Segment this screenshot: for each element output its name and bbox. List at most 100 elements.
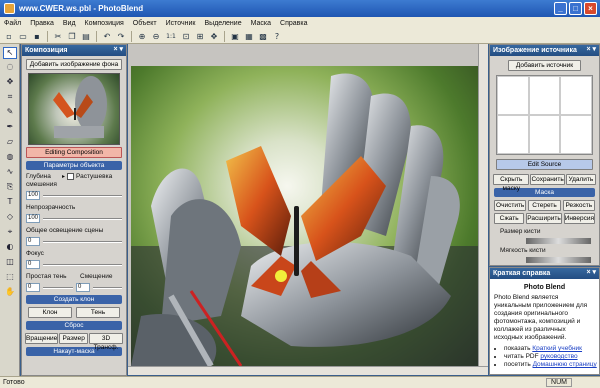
status-bar: Готово NUM: [0, 376, 600, 388]
menu-edit[interactable]: Правка: [30, 20, 54, 27]
lighting-input[interactable]: 0: [26, 237, 40, 246]
shape-tool-icon[interactable]: ◇: [3, 212, 17, 224]
eraser-tool-icon[interactable]: ▱: [3, 137, 17, 149]
shadow-slider[interactable]: [43, 286, 73, 289]
menu-selection[interactable]: Выделение: [205, 20, 242, 27]
focus-input[interactable]: 0: [26, 260, 40, 269]
grid-icon[interactable]: ▩: [257, 30, 269, 42]
hand-tool-icon[interactable]: ✋: [3, 287, 17, 299]
close-button[interactable]: ×: [584, 2, 597, 15]
blur-tool-icon[interactable]: ◍: [3, 152, 17, 164]
canvas-horizontal-scrollbar[interactable]: [128, 366, 488, 375]
zoom-out-icon[interactable]: ⊖: [150, 30, 162, 42]
canvas-area[interactable]: [128, 44, 478, 374]
source-thumbnail-grid[interactable]: [496, 75, 593, 155]
undo-icon[interactable]: ↶: [101, 30, 113, 42]
opacity-input[interactable]: 100: [26, 214, 40, 223]
menu-file[interactable]: Файл: [4, 20, 21, 27]
paste-icon[interactable]: ▤: [80, 30, 92, 42]
panel-close-icon[interactable]: × ▾: [586, 45, 596, 53]
canvas-vertical-scrollbar[interactable]: [478, 44, 488, 366]
lighting-slider[interactable]: [43, 240, 122, 243]
focus-slider[interactable]: [43, 263, 122, 266]
zoom-actual-icon[interactable]: 1:1: [164, 30, 178, 42]
redo-icon[interactable]: ↷: [115, 30, 127, 42]
pen-tool-icon[interactable]: ✒: [3, 122, 17, 134]
feather-checkbox[interactable]: [67, 173, 75, 180]
cut-icon[interactable]: ✂: [52, 30, 64, 42]
delete-source-button[interactable]: Удалить: [565, 174, 596, 185]
invert-mask-button[interactable]: Инверсия: [563, 213, 595, 224]
layers-icon[interactable]: ▦: [243, 30, 255, 42]
eyedropper-tool-icon[interactable]: ⌖: [3, 227, 17, 239]
new-icon[interactable]: ▫: [3, 30, 15, 42]
feather-label: Растушевка: [76, 173, 113, 180]
smudge-tool-icon[interactable]: ∿: [3, 167, 17, 179]
homepage-link[interactable]: Домашнюю страницу: [533, 361, 597, 368]
brush-size-slider[interactable]: [526, 238, 591, 244]
clear-mask-button[interactable]: Очистить: [494, 200, 527, 211]
lasso-tool-icon[interactable]: ◌: [3, 62, 17, 74]
status-text: Готово: [3, 379, 25, 386]
sharpness-button[interactable]: Резкость: [562, 200, 595, 211]
offset-input[interactable]: 0: [76, 283, 90, 292]
help-heading: Photo Blend: [523, 284, 566, 291]
opacity-label: Непрозрачность: [26, 204, 76, 211]
save-icon[interactable]: ▪: [31, 30, 43, 42]
editing-composition-button[interactable]: Editing Composition: [26, 147, 122, 158]
minimize-button[interactable]: _: [554, 2, 567, 15]
menu-view[interactable]: Вид: [63, 20, 76, 27]
menu-object[interactable]: Объект: [133, 20, 157, 27]
maximize-button[interactable]: □: [569, 2, 582, 15]
size-reset-button[interactable]: Размер: [59, 333, 88, 344]
save-source-button[interactable]: Сохранить: [530, 174, 565, 185]
edit-source-button[interactable]: Edit Source: [496, 159, 593, 170]
zoom-in-icon[interactable]: ⊕: [136, 30, 148, 42]
brush-softness-slider[interactable]: [526, 257, 591, 263]
menu-mask[interactable]: Маска: [251, 20, 271, 27]
select-tool-icon[interactable]: ⬚: [3, 272, 17, 284]
copy-icon[interactable]: ❐: [66, 30, 78, 42]
3d-transform-reset-button[interactable]: 3D Трансф.: [88, 333, 123, 351]
menu-composition[interactable]: Композиция: [85, 20, 124, 27]
play-icon: ▸: [62, 174, 66, 180]
composition-thumbnail[interactable]: [28, 73, 120, 145]
text-tool-icon[interactable]: T: [3, 197, 17, 209]
shadow-button[interactable]: Тень: [76, 307, 120, 318]
menu-help[interactable]: Справка: [280, 20, 307, 27]
shadow-input[interactable]: 0: [26, 283, 40, 292]
clone-tool-icon[interactable]: ⎘: [3, 182, 17, 194]
open-icon[interactable]: ▭: [17, 30, 29, 42]
fill-tool-icon[interactable]: ◫: [3, 257, 17, 269]
pdf-manual-link[interactable]: руководство: [540, 353, 577, 360]
zoom-fit-icon[interactable]: ⊡: [180, 30, 192, 42]
create-clone-header: Создать клон: [26, 295, 122, 304]
crop-tool-icon[interactable]: ⌗: [3, 92, 17, 104]
rotation-reset-button[interactable]: Вращение: [25, 333, 59, 344]
preview-icon[interactable]: ▣: [229, 30, 241, 42]
move-view-icon[interactable]: ✥: [208, 30, 220, 42]
opacity-slider[interactable]: [43, 217, 122, 220]
erase-mask-button[interactable]: Стереть: [528, 200, 561, 211]
blend-depth-input[interactable]: 100: [26, 191, 40, 200]
color-tool-icon[interactable]: ◐: [3, 242, 17, 254]
zoom-area-icon[interactable]: ⊞: [194, 30, 206, 42]
clone-button[interactable]: Клон: [28, 307, 72, 318]
add-source-button[interactable]: Добавить источник: [508, 60, 581, 71]
move-tool-icon[interactable]: ✥: [3, 77, 17, 89]
menu-source[interactable]: Источник: [166, 20, 196, 27]
tutorial-link[interactable]: Краткий учебник: [532, 345, 582, 352]
offset-slider[interactable]: [93, 286, 122, 289]
panel-close-icon[interactable]: × ▾: [113, 45, 123, 53]
composition-panel: Композиция × ▾ Добавить изображение фона…: [21, 44, 127, 376]
blend-depth-slider[interactable]: [43, 194, 122, 197]
hide-mask-button[interactable]: Скрыть маску: [493, 174, 530, 192]
composition-image[interactable]: [131, 66, 478, 366]
help-icon[interactable]: ?: [271, 30, 283, 42]
expand-mask-button[interactable]: Расширить: [526, 213, 562, 224]
compress-mask-button[interactable]: Сжать: [494, 213, 525, 224]
pointer-tool-icon[interactable]: ↖: [3, 47, 17, 59]
brush-tool-icon[interactable]: ✎: [3, 107, 17, 119]
add-background-button[interactable]: Добавить изображение фона: [26, 59, 122, 70]
panel-close-icon[interactable]: × ▾: [586, 268, 596, 276]
